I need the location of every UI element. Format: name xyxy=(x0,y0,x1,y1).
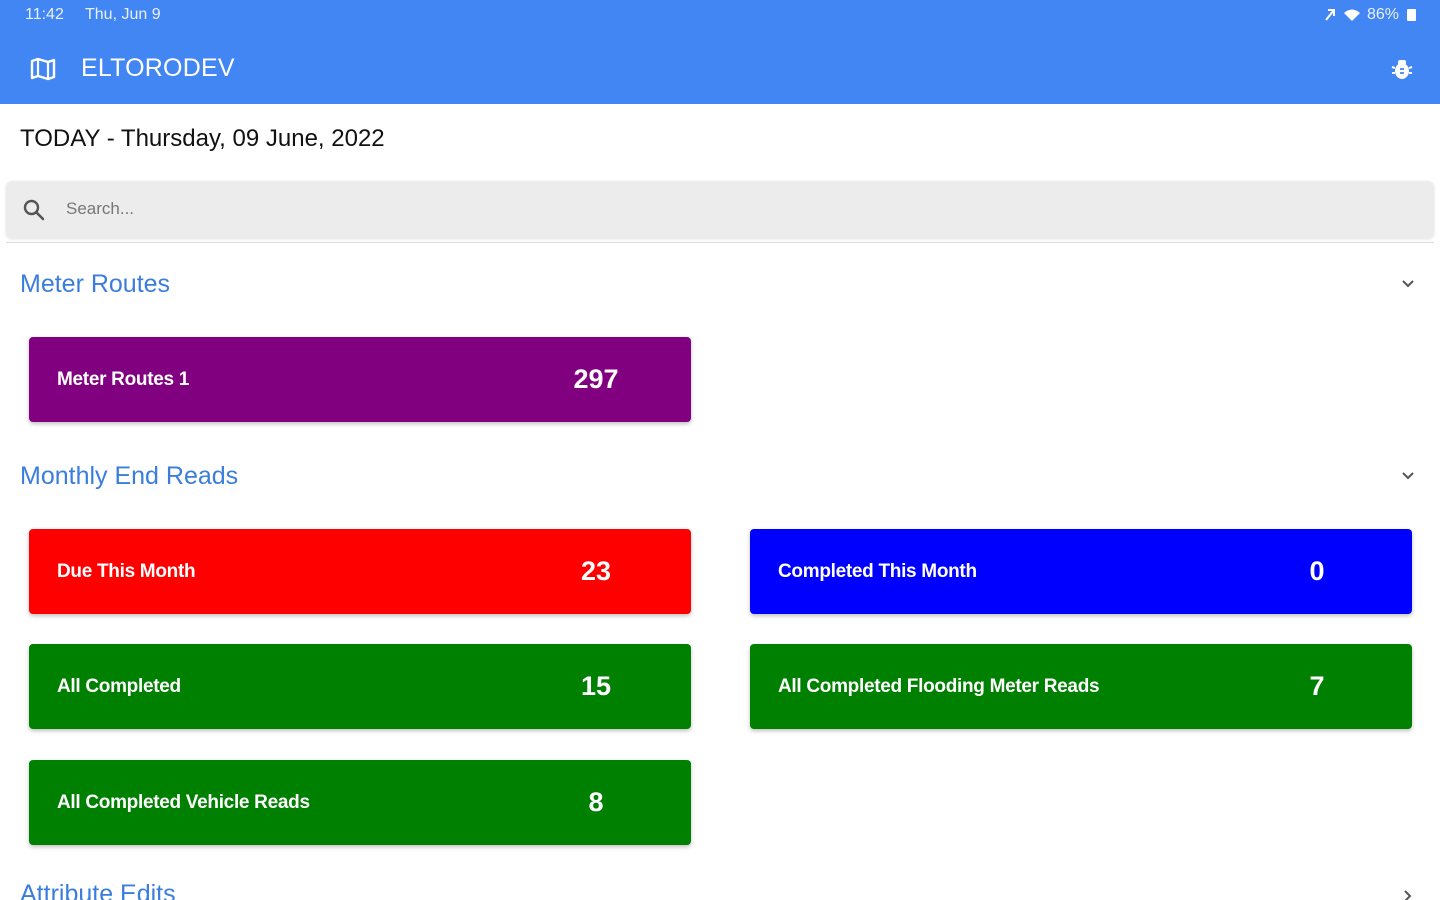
tile-all-completed[interactable]: All Completed 15 xyxy=(29,644,691,729)
chevron-down-icon[interactable] xyxy=(1400,468,1416,484)
tile-completed-this-month[interactable]: Completed This Month 0 xyxy=(750,529,1412,614)
battery-percent: 86% xyxy=(1366,6,1399,23)
tile-count: 15 xyxy=(580,671,612,701)
tile-label: All Completed Flooding Meter Reads xyxy=(778,676,1100,697)
tile-label: All Completed Vehicle Reads xyxy=(57,792,310,813)
tile-count: 23 xyxy=(580,556,612,586)
search-input[interactable] xyxy=(66,191,1406,227)
tile-label: Completed This Month xyxy=(778,561,977,582)
battery-icon xyxy=(1407,9,1416,21)
tile-count: 297 xyxy=(573,364,619,394)
chevron-right-icon[interactable] xyxy=(1400,888,1416,900)
status-indicators: 86% xyxy=(1323,6,1416,24)
status-bar: 11:42 Thu, Jun 9 86% xyxy=(0,0,1440,30)
tile-label: Meter Routes 1 xyxy=(57,369,190,390)
app-bar: 11:42 Thu, Jun 9 86% ELTORODEV xyxy=(0,0,1440,104)
tile-count: 7 xyxy=(1309,671,1325,701)
section-header-meter-routes[interactable]: Meter Routes xyxy=(0,266,1440,306)
section-title-attribute-edits: Attribute Edits xyxy=(20,880,176,900)
tile-label: Due This Month xyxy=(57,561,196,582)
toolbar: ELTORODEV xyxy=(0,40,1440,98)
today-date: TODAY - Thursday, 09 June, 2022 xyxy=(20,125,385,152)
app-title: ELTORODEV xyxy=(81,54,235,82)
tile-label: All Completed xyxy=(57,676,181,697)
section-title-monthly-end-reads: Monthly End Reads xyxy=(20,462,239,490)
search-bar[interactable] xyxy=(6,181,1434,238)
tile-due-this-month[interactable]: Due This Month 23 xyxy=(29,529,691,614)
map-icon[interactable] xyxy=(30,57,56,81)
status-date: Thu, Jun 9 xyxy=(85,6,161,23)
section-header-attribute-edits[interactable]: Attribute Edits xyxy=(0,876,1440,900)
no-sim-icon xyxy=(1325,9,1335,21)
status-time: 11:42 xyxy=(25,6,64,23)
tile-meter-routes-1[interactable]: Meter Routes 1 297 xyxy=(29,337,691,422)
section-title-meter-routes: Meter Routes xyxy=(20,270,171,298)
divider xyxy=(6,242,1434,243)
chevron-down-icon[interactable] xyxy=(1400,276,1416,292)
tile-all-completed-vehicle-reads[interactable]: All Completed Vehicle Reads 8 xyxy=(29,760,691,845)
tile-count: 8 xyxy=(588,787,604,817)
search-icon xyxy=(23,199,45,221)
bug-icon[interactable] xyxy=(1391,57,1413,81)
section-header-monthly-end-reads[interactable]: Monthly End Reads xyxy=(0,458,1440,498)
tile-count: 0 xyxy=(1309,556,1325,586)
wifi-icon xyxy=(1343,9,1360,21)
tile-all-completed-flooding-meter-reads[interactable]: All Completed Flooding Meter Reads 7 xyxy=(750,644,1412,729)
